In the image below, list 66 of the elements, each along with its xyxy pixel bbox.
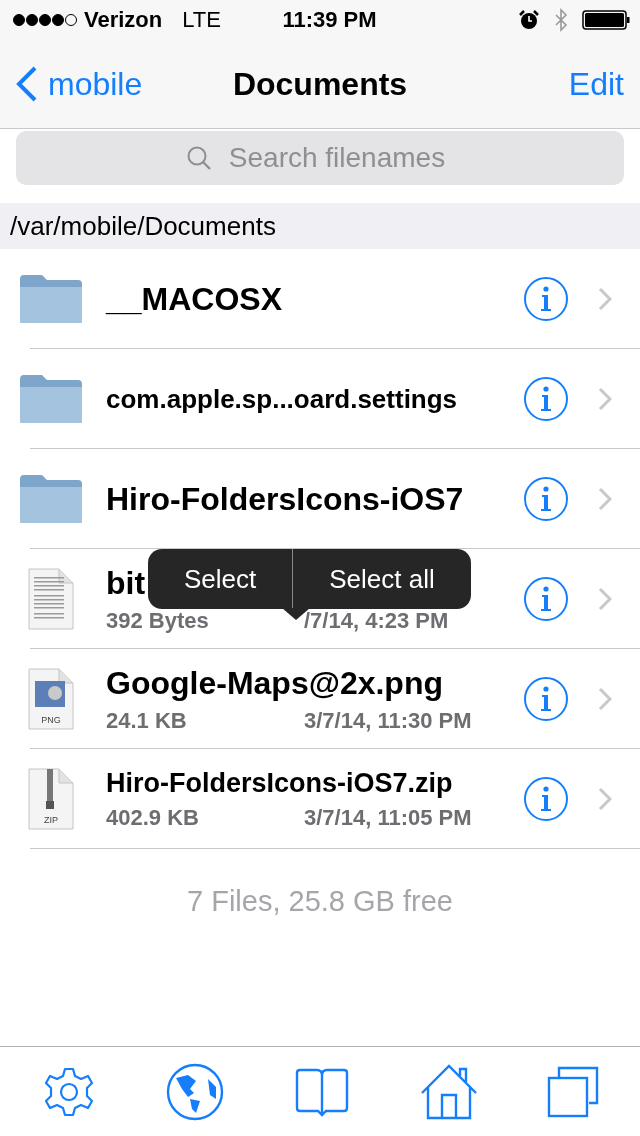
book-icon: [294, 1066, 350, 1117]
globe-icon: [166, 1062, 225, 1121]
info-icon: [539, 686, 553, 712]
info-button[interactable]: [524, 577, 568, 621]
house-icon: [419, 1063, 478, 1120]
info-button[interactable]: [524, 477, 568, 521]
search-field[interactable]: Search filenames: [16, 131, 624, 185]
file-row[interactable]: __MACOSX: [0, 249, 640, 349]
chevron-right-icon: [598, 587, 612, 611]
info-icon: [539, 386, 553, 412]
signal-strength-icon: [12, 13, 78, 27]
folder-icon: [18, 473, 84, 525]
chevron-right-icon: [598, 787, 612, 811]
info-icon: [539, 286, 553, 312]
network-type: LTE: [182, 7, 221, 33]
folder-icon: [18, 273, 84, 325]
nav-title: Documents: [232, 65, 408, 103]
info-button[interactable]: [524, 277, 568, 321]
browser-tab[interactable]: [166, 1062, 225, 1121]
alarm-clock-icon: [518, 10, 540, 30]
battery-icon: [582, 10, 630, 30]
overlapping-squares-icon: [547, 1065, 600, 1118]
folder-icon: [18, 373, 84, 425]
file-row[interactable]: Hiro-FoldersIcons-iOS7: [0, 449, 640, 549]
windows-tab[interactable]: [547, 1065, 600, 1118]
menu-action[interactable]: Select: [148, 549, 293, 609]
file-size: 392 Bytes: [106, 607, 209, 634]
file-name: Hiro-FoldersIcons-iOS7: [106, 480, 464, 518]
file-row[interactable]: ZIP Hiro-FoldersIcons-iOS7.zip 402.9 KB 3/7/14, 11:05 PM: [0, 749, 640, 849]
back-button[interactable]: mobile: [16, 65, 143, 103]
file-date: 3/7/14, 11:30 PM: [304, 707, 472, 734]
info-icon: [539, 786, 553, 812]
file-date: /7/14, 4:23 PM: [304, 607, 449, 634]
file-row[interactable]: com.apple.sp...oard.settings: [0, 349, 640, 449]
text-file-icon: [25, 567, 77, 631]
chevron-right-icon: [598, 287, 612, 311]
status-time: 11:39 PM: [282, 7, 377, 33]
file-name: com.apple.sp...oard.settings: [106, 383, 458, 415]
carrier-name: Verizon: [84, 7, 163, 33]
file-row[interactable]: bit 392 Bytes /7/14, 4:23 PM Select Select all: [0, 549, 640, 649]
info-button[interactable]: [524, 377, 568, 421]
file-size: 402.9 KB: [106, 804, 199, 831]
chevron-right-icon: [598, 687, 612, 711]
info-button[interactable]: [524, 777, 568, 821]
file-row[interactable]: PNG Google-Maps@2x.png 24.1 KB 3/7/14, 11:30 PM: [0, 649, 640, 749]
info-icon: [539, 586, 553, 612]
edit-button[interactable]: Edit: [568, 65, 624, 103]
file-name: bit: [106, 564, 146, 602]
chevron-right-icon: [598, 387, 612, 411]
search-icon: [186, 145, 212, 171]
bluetooth-icon: [554, 8, 568, 32]
info-button[interactable]: [524, 677, 568, 721]
bookmarks-tab[interactable]: [294, 1066, 350, 1117]
chevron-left-icon: [16, 66, 38, 102]
info-icon: [539, 486, 553, 512]
image-file-icon: PNG: [25, 667, 77, 731]
file-date: 3/7/14, 11:05 PM: [304, 804, 472, 831]
zip-file-icon: ZIP: [25, 767, 77, 831]
storage-summary: 7 Files, 25.8 GB free: [186, 883, 454, 919]
file-size: 24.1 KB: [106, 707, 187, 734]
home-tab[interactable]: [419, 1063, 478, 1120]
chevron-right-icon: [598, 487, 612, 511]
file-name: Hiro-FoldersIcons-iOS7.zip: [106, 767, 453, 799]
file-name: Google-Maps@2x.png: [106, 664, 443, 702]
file-name: __MACOSX: [106, 280, 283, 318]
path-header: /var/mobile/Documents: [0, 203, 640, 249]
